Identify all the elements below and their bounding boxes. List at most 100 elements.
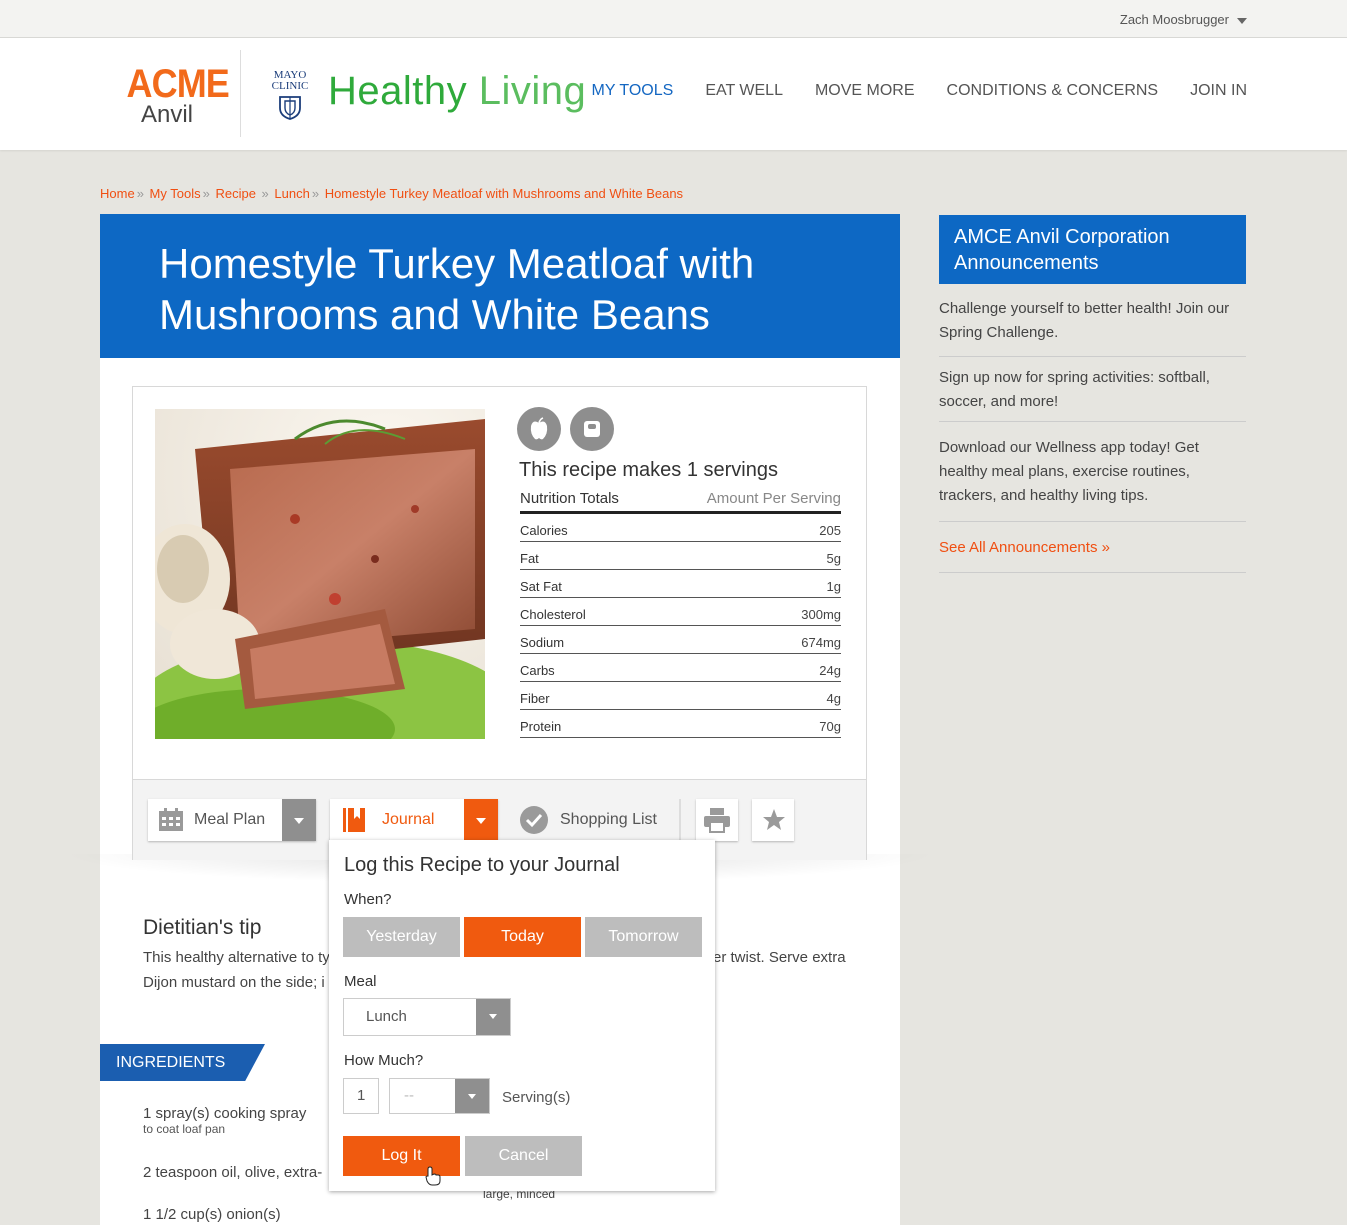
how-much-label: How Much? xyxy=(344,1052,424,1069)
nutrient-name: Protein xyxy=(520,719,562,734)
nutrient-name: Fat xyxy=(520,551,539,566)
breadcrumb-lunch[interactable]: Lunch xyxy=(274,186,309,201)
tip-line1-end: er twist. Serve extra xyxy=(713,949,846,966)
ingredient-item: 1 1/2 cup(s) onion(s) xyxy=(143,1206,281,1223)
chevron-down-icon xyxy=(455,1079,489,1113)
nutrient-name: Cholesterol xyxy=(520,607,586,622)
when-yesterday-button[interactable]: Yesterday xyxy=(343,917,460,957)
calendar-icon xyxy=(159,808,183,831)
recipe-photo xyxy=(155,409,485,739)
ingredient-item: 1 spray(s) cooking spray to coat loaf pa… xyxy=(143,1105,306,1136)
announcements-title: AMCE Anvil Corporation Announcements xyxy=(954,226,1170,274)
nutrient-name: Sodium xyxy=(520,635,565,650)
nutrient-value: 1g xyxy=(826,579,841,594)
chevron-down-icon xyxy=(1237,17,1247,24)
main-nav: MY TOOLS EAT WELL MOVE MORE CONDITIONS &… xyxy=(560,82,1248,100)
tip-line1-start: This healthy alternative to ty xyxy=(143,949,330,966)
announcement-item[interactable]: Challenge yourself to better health! Joi… xyxy=(939,297,1246,357)
meal-plan-label: Meal Plan xyxy=(194,811,266,828)
meal-plan-dropdown[interactable] xyxy=(282,799,316,841)
mayo-shield-icon xyxy=(279,96,301,120)
nutrient-value: 674mg xyxy=(801,635,841,650)
breadcrumb: Home» My Tools» Recipe » Lunch» Homestyl… xyxy=(100,186,684,201)
scale-icon[interactable] xyxy=(570,407,614,451)
breadcrumb-my-tools[interactable]: My Tools xyxy=(150,186,201,201)
nutrition-row: Fat 5g xyxy=(520,542,841,570)
breadcrumb-current[interactable]: Homestyle Turkey Meatloaf with Mushrooms… xyxy=(325,186,683,201)
printer-icon xyxy=(704,808,730,833)
nutrition-row: Protein 70g xyxy=(520,710,841,738)
amount-per-serving-label: Amount Per Serving xyxy=(706,490,841,507)
meal-select[interactable]: Lunch xyxy=(343,998,511,1036)
nutrient-value: 4g xyxy=(826,691,841,706)
ingredients-tab[interactable]: INGREDIENTS xyxy=(100,1044,265,1081)
journal-label: Journal xyxy=(382,811,435,828)
nutrition-row: Fiber 4g xyxy=(520,682,841,710)
nutrition-row: Carbs 24g xyxy=(520,654,841,682)
check-icon xyxy=(520,806,548,834)
ingredient-item: 2 teaspoon oil, olive, extra- xyxy=(143,1164,322,1181)
apple-icon[interactable] xyxy=(517,407,561,451)
journal-popup-title: Log this Recipe to your Journal xyxy=(344,854,620,876)
nutrition-row: Cholesterol 300mg xyxy=(520,598,841,626)
ingredient-text: 1 spray(s) cooking spray xyxy=(143,1105,307,1122)
announcements-header: AMCE Anvil Corporation Announcements xyxy=(939,215,1246,284)
breadcrumb-home[interactable]: Home xyxy=(100,186,135,201)
fraction-value: -- xyxy=(404,1087,414,1104)
nutrient-value: 5g xyxy=(826,551,841,566)
nav-eat-well[interactable]: EAT WELL xyxy=(705,82,783,100)
nutrition-row: Sodium 674mg xyxy=(520,626,841,654)
acme-logo[interactable]: ACME Anvil xyxy=(122,64,230,127)
fraction-select[interactable]: -- xyxy=(389,1078,490,1114)
print-button[interactable] xyxy=(696,799,738,841)
shopping-list-label: Shopping List xyxy=(560,811,657,828)
announcement-item[interactable]: Sign up now for spring activities: softb… xyxy=(939,366,1246,422)
cancel-button[interactable]: Cancel xyxy=(465,1136,582,1176)
when-tomorrow-button[interactable]: Tomorrow xyxy=(585,917,702,957)
shopping-list-button[interactable]: Shopping List xyxy=(511,799,681,841)
nutrient-value: 205 xyxy=(819,523,841,538)
nutrient-value: 24g xyxy=(819,663,841,678)
when-today-button[interactable]: Today xyxy=(464,917,581,957)
nav-my-tools[interactable]: MY TOOLS xyxy=(592,82,674,100)
see-all-label: See All Announcements » xyxy=(939,539,1110,556)
see-all-announcements-link[interactable]: See All Announcements » xyxy=(939,537,1246,573)
mayo-clinic-logo: MAYO CLINIC xyxy=(266,70,314,120)
user-bar: Zach Moosbrugger xyxy=(0,0,1347,38)
healthy-living-logo[interactable]: Healthy Living xyxy=(328,69,586,114)
nutrient-name: Fiber xyxy=(520,691,550,706)
journal-popup: Log this Recipe to your Journal When? Ye… xyxy=(329,840,715,1191)
favorite-button[interactable] xyxy=(752,799,794,841)
mayo-line2: CLINIC xyxy=(271,80,309,92)
ingredient-text: 1 1/2 cup(s) onion(s) xyxy=(143,1206,281,1223)
quantity-value: 1 xyxy=(357,1087,366,1104)
ingredient-note: to coat loaf pan xyxy=(143,1122,226,1136)
nutrient-name: Carbs xyxy=(520,663,555,678)
announcement-item[interactable]: Download our Wellness app today! Get hea… xyxy=(939,436,1246,522)
nutrition-row: Sat Fat 1g xyxy=(520,570,841,598)
log-it-button[interactable]: Log It xyxy=(343,1136,460,1176)
journal-button[interactable]: Journal xyxy=(330,799,498,841)
tip-line2-start: Dijon mustard on the side; i xyxy=(143,974,325,991)
unit-label: Serving(s) xyxy=(502,1089,571,1106)
nutrient-value: 70g xyxy=(819,719,841,734)
site-header: ACME Anvil MAYO CLINIC Healthy Living MY… xyxy=(0,38,1347,150)
meal-plan-button[interactable]: Meal Plan xyxy=(148,799,316,841)
toolbar-divider xyxy=(679,799,681,841)
when-label: When? xyxy=(344,891,392,908)
ingredients-tab-label: INGREDIENTS xyxy=(116,1054,226,1071)
user-menu[interactable]: Zach Moosbrugger xyxy=(1120,12,1247,27)
star-icon xyxy=(763,809,785,830)
recipe-title-band: Homestyle Turkey Meatloaf with Mushrooms… xyxy=(100,214,900,358)
nav-conditions-concerns[interactable]: CONDITIONS & CONCERNS xyxy=(947,82,1159,100)
breadcrumb-recipe[interactable]: Recipe xyxy=(215,186,255,201)
nav-join-in[interactable]: JOIN IN xyxy=(1190,82,1247,100)
quantity-input[interactable]: 1 xyxy=(343,1078,379,1114)
nutrient-name: Sat Fat xyxy=(520,579,562,594)
nutrient-name: Calories xyxy=(520,523,568,538)
healthy-word: Healthy xyxy=(328,69,468,113)
nutrient-value: 300mg xyxy=(801,607,841,622)
user-name: Zach Moosbrugger xyxy=(1119,12,1229,27)
journal-dropdown[interactable] xyxy=(464,799,498,841)
nav-move-more[interactable]: MOVE MORE xyxy=(815,82,915,100)
